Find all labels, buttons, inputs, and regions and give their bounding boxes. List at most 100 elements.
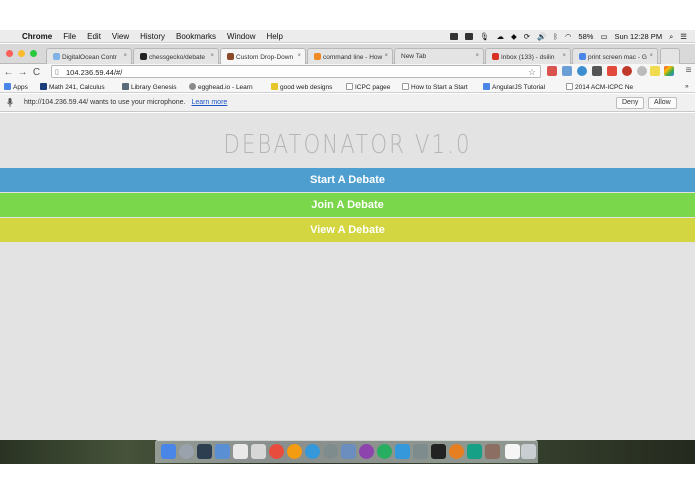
extension-icon[interactable] bbox=[664, 66, 674, 76]
menu-view[interactable]: View bbox=[112, 32, 129, 41]
bookmark-item[interactable]: egghead.io - Learn bbox=[189, 83, 253, 91]
back-arrow-icon[interactable]: ← bbox=[3, 67, 14, 78]
system-preferences-icon[interactable] bbox=[323, 444, 338, 459]
extension-icon[interactable] bbox=[622, 66, 632, 76]
extension-icon[interactable] bbox=[577, 66, 587, 76]
new-tab-button[interactable] bbox=[660, 48, 680, 64]
bluetooth-icon[interactable]: ᛒ bbox=[553, 32, 558, 41]
tab-close-icon[interactable]: × bbox=[297, 53, 301, 59]
skype-icon[interactable] bbox=[395, 444, 410, 459]
volume-icon[interactable]: 🔊 bbox=[537, 32, 546, 41]
launchpad-icon[interactable] bbox=[179, 444, 194, 459]
view-debate-button[interactable]: View A Debate bbox=[0, 218, 695, 242]
page-icon bbox=[346, 83, 353, 90]
notification-center-icon[interactable]: ☰ bbox=[680, 32, 687, 41]
status-app-icon[interactable] bbox=[464, 33, 473, 40]
forward-arrow-icon[interactable]: → bbox=[17, 67, 28, 78]
bookmark-item[interactable]: 2014 ACM-ICPC Ne bbox=[566, 83, 633, 91]
macos-menu-bar: Chrome File Edit View History Bookmarks … bbox=[0, 30, 695, 43]
allow-button[interactable]: Allow bbox=[648, 97, 677, 109]
app-icon[interactable] bbox=[413, 444, 428, 459]
dropbox-status-icon[interactable]: ◆ bbox=[511, 32, 517, 41]
tab-close-icon[interactable]: × bbox=[562, 53, 566, 59]
bookmark-item[interactable]: Math 241, Calculus bbox=[40, 83, 105, 91]
close-window-icon[interactable] bbox=[6, 50, 13, 57]
permission-text: http://104.236.59.44/ wants to use your … bbox=[24, 99, 186, 106]
textedit-icon[interactable] bbox=[233, 444, 248, 459]
battery-icon[interactable]: ▭ bbox=[600, 32, 607, 41]
tab-close-icon[interactable]: × bbox=[210, 53, 214, 59]
menu-help[interactable]: Help bbox=[266, 32, 282, 41]
firefox-icon[interactable] bbox=[449, 444, 464, 459]
status-app-icon[interactable] bbox=[449, 33, 458, 40]
browser-tab[interactable]: DigitalOcean Contr × bbox=[46, 48, 132, 64]
bookmark-label: How to Start a Start bbox=[411, 84, 468, 91]
join-debate-button[interactable]: Join A Debate bbox=[0, 193, 695, 217]
bookmark-item[interactable]: AngularJS Tutorial bbox=[483, 83, 545, 91]
spotlight-search-icon[interactable]: ⌕ bbox=[669, 32, 673, 42]
bookmark-item[interactable]: ICPC pagee bbox=[346, 83, 390, 91]
start-debate-button[interactable]: Start A Debate bbox=[0, 168, 695, 192]
extension-icon[interactable] bbox=[607, 66, 617, 76]
browser-tab[interactable]: Inbox (133) - dsilin × bbox=[485, 48, 571, 64]
ibooks-icon[interactable] bbox=[287, 444, 302, 459]
extension-icon[interactable] bbox=[562, 66, 572, 76]
js-extension-icon[interactable] bbox=[650, 66, 660, 76]
cloud-status-icon[interactable]: ☁ bbox=[496, 32, 504, 41]
bookmark-item[interactable]: Apps bbox=[4, 83, 28, 91]
extension-icon[interactable] bbox=[637, 66, 647, 76]
xcode-icon[interactable] bbox=[341, 444, 356, 459]
bookmark-item[interactable]: How to Start a Start bbox=[402, 83, 468, 91]
minimize-window-icon[interactable] bbox=[18, 50, 25, 57]
bookmark-item[interactable]: Library Genesis bbox=[122, 83, 177, 91]
trash-icon[interactable] bbox=[521, 444, 536, 459]
tab-favicon-icon bbox=[140, 53, 147, 60]
learn-more-link[interactable]: Learn more bbox=[192, 99, 228, 106]
battery-percent[interactable]: 58% bbox=[578, 32, 593, 41]
extension-icon[interactable] bbox=[547, 66, 557, 76]
sync-status-icon[interactable]: ⟳ bbox=[524, 32, 530, 41]
menu-window[interactable]: Window bbox=[227, 32, 255, 41]
bookmark-star-icon[interactable]: ☆ bbox=[528, 67, 536, 78]
menu-bookmarks[interactable]: Bookmarks bbox=[176, 32, 216, 41]
preview-icon[interactable] bbox=[215, 444, 230, 459]
menu-clock[interactable]: Sun 12:28 PM bbox=[615, 32, 663, 41]
bookmark-label: ICPC pagee bbox=[355, 84, 391, 91]
deny-button[interactable]: Deny bbox=[616, 97, 645, 109]
terminal-icon[interactable] bbox=[431, 444, 446, 459]
app-icon[interactable] bbox=[467, 444, 482, 459]
menu-edit[interactable]: Edit bbox=[87, 32, 101, 41]
bookmark-item[interactable]: good web designs bbox=[271, 83, 332, 91]
browser-tab-active[interactable]: Custom Drop-Down × bbox=[220, 48, 306, 64]
wifi-icon[interactable]: ◠ bbox=[565, 32, 572, 41]
tab-favicon-icon bbox=[579, 53, 586, 60]
chrome-icon[interactable] bbox=[377, 444, 392, 459]
extension-icon[interactable] bbox=[592, 66, 602, 76]
app-store-icon[interactable] bbox=[305, 444, 320, 459]
tab-close-icon[interactable]: × bbox=[649, 53, 653, 59]
tab-close-icon[interactable]: × bbox=[475, 53, 479, 59]
menu-file[interactable]: File bbox=[63, 32, 76, 41]
zoom-window-icon[interactable] bbox=[30, 50, 37, 57]
menu-app-name[interactable]: Chrome bbox=[22, 32, 52, 41]
tab-favicon-icon bbox=[53, 53, 60, 60]
bookmarks-overflow-icon[interactable]: » bbox=[685, 83, 689, 90]
browser-tab[interactable]: print screen mac - G × bbox=[572, 48, 658, 64]
microphone-status-icon[interactable]: 🎙 bbox=[480, 32, 490, 41]
tab-close-icon[interactable]: × bbox=[123, 53, 127, 59]
address-bar[interactable]: ▯ 104.236.59.44/#/ ☆ bbox=[51, 65, 541, 78]
menu-history[interactable]: History bbox=[140, 32, 165, 41]
finder-icon[interactable] bbox=[161, 444, 176, 459]
app-icon[interactable] bbox=[485, 444, 500, 459]
app-icon[interactable] bbox=[359, 444, 374, 459]
itunes-icon[interactable] bbox=[269, 444, 284, 459]
browser-tab[interactable]: chessgecko/debate × bbox=[133, 48, 219, 64]
documents-stack-icon[interactable] bbox=[505, 444, 520, 459]
reload-icon[interactable]: C bbox=[31, 67, 42, 78]
tab-close-icon[interactable]: × bbox=[384, 53, 388, 59]
browser-tab[interactable]: command line - How × bbox=[307, 48, 393, 64]
chrome-menu-icon[interactable]: ≡ bbox=[683, 65, 694, 76]
mission-control-icon[interactable] bbox=[197, 444, 212, 459]
browser-tab[interactable]: New Tab × bbox=[394, 48, 484, 64]
contacts-icon[interactable] bbox=[251, 444, 266, 459]
